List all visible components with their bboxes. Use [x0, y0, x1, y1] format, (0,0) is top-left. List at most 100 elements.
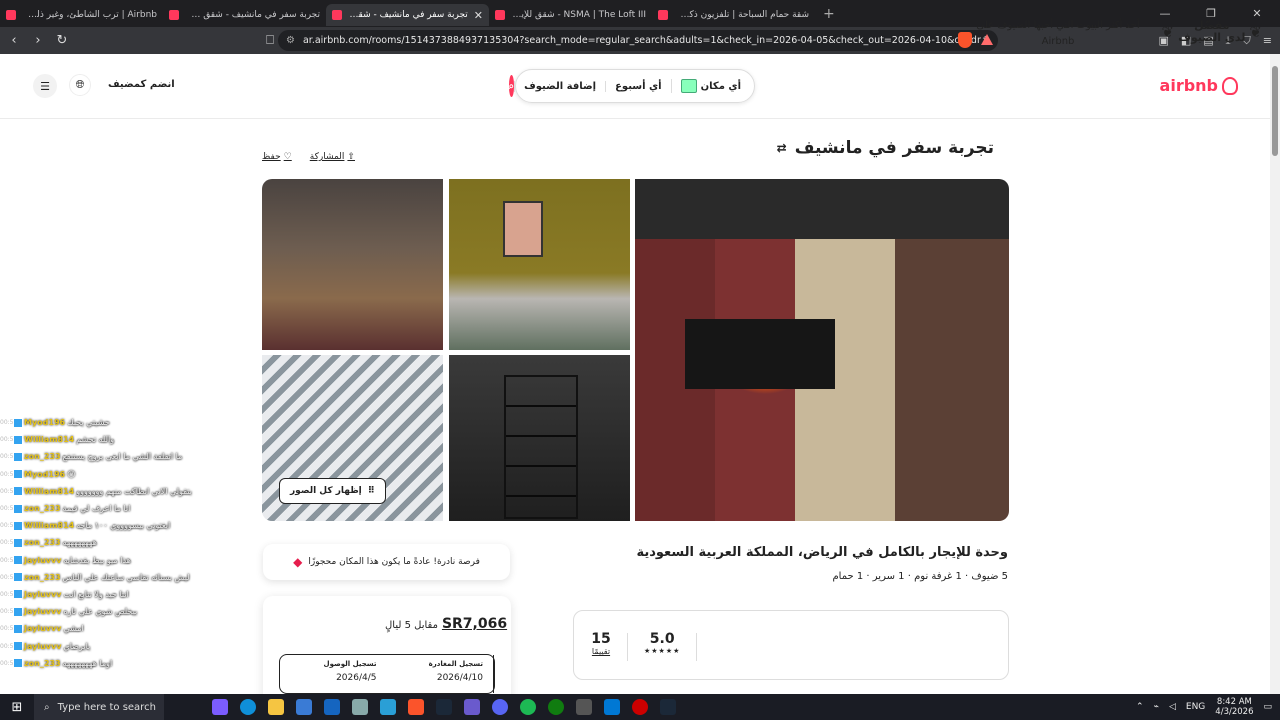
chat-username[interactable]: Myod196: [24, 418, 65, 427]
network-icon[interactable]: ⌁: [1154, 702, 1159, 712]
search-bar[interactable]: أي مكان أي أسبوع إضافة الضيوف ⌕: [508, 69, 755, 103]
chat-username[interactable]: William814: [24, 487, 74, 496]
chat-message: 00:55 Myod196 حشيتي يحبك: [0, 414, 290, 431]
browser-tab[interactable]: NSMA | The Loft III - شقق للإيجار في الر…: [489, 4, 652, 26]
chat-badge-icon: [14, 521, 22, 530]
chat-username[interactable]: zon_233: [24, 573, 61, 582]
chat-message: 00:55 zon_233 ههههههههه: [0, 534, 290, 551]
lang-indicator[interactable]: ENG: [1186, 702, 1205, 712]
price-amount[interactable]: SR7,066: [442, 616, 507, 632]
chevron-up-icon[interactable]: ⌃: [1136, 702, 1144, 712]
chat-timestamp: 00:55: [0, 453, 18, 461]
outlook-icon[interactable]: [324, 699, 340, 715]
reload-icon[interactable]: ↻: [52, 33, 72, 48]
price: SR7,066 مقابل 5 ليالٍ: [385, 616, 507, 632]
forward-icon[interactable]: ›: [28, 33, 48, 48]
airbnb-logo[interactable]: airbnb: [1160, 76, 1238, 95]
copilot-icon[interactable]: [212, 699, 228, 715]
app-icon[interactable]: [352, 699, 368, 715]
chat-username[interactable]: Myod196: [24, 470, 65, 479]
share-button[interactable]: المشاركة ⇧: [310, 152, 355, 162]
listing-title: تجربة سفر في مانشيف ⇄: [776, 138, 994, 158]
steam-icon[interactable]: [660, 699, 676, 715]
chat-message: 00:55 Myod196 😶: [0, 466, 290, 483]
hamburger-menu-icon[interactable]: ☰: [33, 74, 57, 98]
chat-badge-icon: [14, 607, 22, 616]
chat-text: والله تحشم: [76, 435, 115, 445]
price-suffix: مقابل 5 ليالٍ: [385, 620, 438, 631]
spotify-icon[interactable]: [520, 699, 536, 715]
become-host-link[interactable]: انضم كمضيف: [108, 79, 175, 90]
app-icon[interactable]: [380, 699, 396, 715]
browser-tab-active[interactable]: تجربة سفر في مانشيف - شقق سكنية✕: [326, 4, 489, 26]
listing-photo[interactable]: [449, 179, 630, 350]
listing-photo[interactable]: [449, 355, 630, 521]
listing-photo-main[interactable]: [635, 179, 1009, 521]
browser-tab[interactable]: تجربة سفر في مانشيف - شقق سكنية للإيجار: [163, 4, 326, 26]
windows-taskbar: ⊞ ⌕ Type here to search ⌃ ⌁ ◁ ENG 8:42 A…: [0, 694, 1280, 720]
close-tab-icon[interactable]: ✕: [474, 9, 483, 22]
chat-text: انا ما اعرف لي قيمة: [62, 504, 131, 514]
chat-username[interactable]: zon_233: [24, 504, 61, 513]
windows-start-icon[interactable]: ⊞: [0, 700, 34, 715]
site-info-icon[interactable]: ⚙: [286, 35, 295, 46]
chat-text: حشيتي يحبك: [67, 418, 110, 428]
chat-badge-icon: [14, 418, 22, 427]
chat-message: 00:55 Jayluvvv هذا ميو بيط بقدشايه: [0, 552, 290, 569]
brave-icon[interactable]: [408, 699, 424, 715]
app-icon[interactable]: [632, 699, 648, 715]
volume-icon[interactable]: ◁: [1169, 702, 1176, 712]
chat-username[interactable]: Jayluvvv: [24, 607, 61, 616]
store-icon[interactable]: [296, 699, 312, 715]
search-guests[interactable]: إضافة الضيوف: [514, 80, 605, 92]
chat-badge-icon: [14, 452, 22, 461]
back-icon[interactable]: ‹: [4, 33, 24, 48]
chat-username[interactable]: William814: [24, 521, 74, 530]
globe-icon[interactable]: 🌐︎: [69, 74, 91, 96]
browser-menu-icon[interactable]: ≡: [1263, 34, 1272, 47]
discord-icon[interactable]: [492, 699, 508, 715]
chat-message: 00:55 William814 والله تحشم: [0, 431, 290, 448]
chat-username[interactable]: zon_233: [24, 659, 61, 668]
chat-text: ابغتوني بيسووووي ١٠٠ ماجه: [76, 521, 171, 531]
chat-username[interactable]: Jayluvvv: [24, 624, 61, 633]
app-icon[interactable]: [604, 699, 620, 715]
file-explorer-icon[interactable]: [268, 699, 284, 715]
chat-timestamp: 00:55: [0, 573, 18, 581]
search-where[interactable]: أي مكان: [670, 79, 750, 93]
chat-username[interactable]: William814: [24, 435, 74, 444]
browser-tab[interactable]: Airbnb | ترب الشاطئ، وغير ذلك الكثير: [0, 4, 163, 26]
browser-tab[interactable]: شقة حمام السباحة | تلفزيون ذكي 80 بوصة: [652, 4, 815, 26]
steam-icon[interactable]: [436, 699, 452, 715]
airbnb-favicon-icon: [169, 10, 179, 20]
chat-username[interactable]: Jayluvvv: [24, 642, 61, 651]
listing-photo[interactable]: [262, 179, 443, 350]
chat-badge-icon: [14, 590, 22, 599]
save-button[interactable]: حفظ ♡: [262, 152, 292, 162]
search-when[interactable]: أي أسبوع: [605, 80, 671, 92]
edge-icon[interactable]: [240, 699, 256, 715]
airbnb-favicon-icon: [658, 10, 668, 20]
date-picker[interactable]: تسجيل الوصول 2026/4/5 تسجيل المغادرة 202…: [279, 654, 495, 694]
chat-username[interactable]: zon_233: [24, 452, 61, 461]
translate-icon[interactable]: ⇄: [777, 141, 787, 155]
checkin-field[interactable]: تسجيل الوصول 2026/4/5: [280, 655, 387, 693]
chat-username[interactable]: zon_233: [24, 538, 61, 547]
checkout-field[interactable]: تسجيل المغادرة 2026/4/10: [387, 655, 494, 693]
page-scrollbar[interactable]: [1270, 54, 1280, 694]
app-icon[interactable]: [464, 699, 480, 715]
new-tab-icon[interactable]: +: [823, 6, 835, 22]
scrollbar-thumb[interactable]: [1272, 66, 1278, 156]
clock[interactable]: 8:42 AM 4/3/2026: [1215, 697, 1253, 717]
chat-username[interactable]: Jayluvvv: [24, 556, 61, 565]
chat-username[interactable]: Jayluvvv: [24, 590, 61, 599]
address-bar[interactable]: ⚙ ar.airbnb.com/rooms/151437388493713530…: [278, 30, 998, 51]
xbox-icon[interactable]: [548, 699, 564, 715]
app-icon[interactable]: [576, 699, 592, 715]
notification-icon[interactable]: ▭: [1263, 702, 1272, 712]
taskbar-search[interactable]: ⌕ Type here to search: [34, 694, 164, 720]
chat-overlay: 00:55 Myod196 حشيتي يحبك 00:55 William814 وال…: [0, 414, 290, 694]
reviews-count[interactable]: 15 تقييمًا: [587, 631, 615, 656]
bookmark-icon[interactable]: ⎕: [260, 33, 280, 48]
show-all-photos-button[interactable]: إظهار كل الصور ⠿: [279, 478, 386, 504]
